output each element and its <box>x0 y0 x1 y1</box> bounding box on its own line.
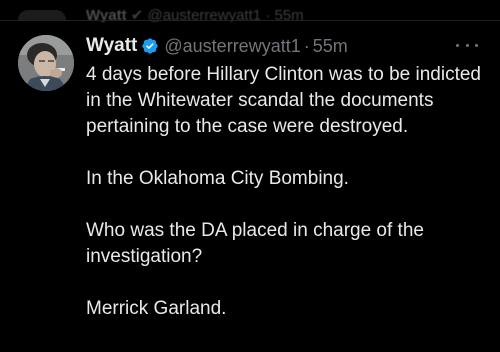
user-handle[interactable]: @austerrewyatt1 <box>164 36 300 57</box>
display-name[interactable]: Wyatt <box>86 35 137 57</box>
tweet-timestamp[interactable]: 55m <box>313 36 348 57</box>
tweet-header: Wyatt @austerrewyatt1 · 55m <box>86 33 348 59</box>
header-separator: · <box>303 35 310 56</box>
avatar[interactable] <box>18 35 74 91</box>
more-dot <box>456 43 459 47</box>
verified-badge-icon[interactable] <box>141 37 159 55</box>
tweet-paragraph: In the Oklahoma City Bombing. <box>86 168 349 189</box>
more-dot <box>465 43 469 47</box>
more-dot <box>475 43 478 47</box>
tweet-divider <box>0 20 500 21</box>
more-options-icon[interactable] <box>456 38 478 52</box>
avatar-photo <box>18 35 74 91</box>
tweet-text: 4 days before Hillary Clinton was to be … <box>86 62 486 322</box>
previous-tweet-avatar <box>18 10 66 20</box>
tweet-paragraph: Merrick Garland. <box>86 298 227 319</box>
tweet-paragraph: Who was the DA placed in charge of the i… <box>86 220 424 267</box>
tweet-paragraph: 4 days before Hillary Clinton was to be … <box>86 64 481 137</box>
